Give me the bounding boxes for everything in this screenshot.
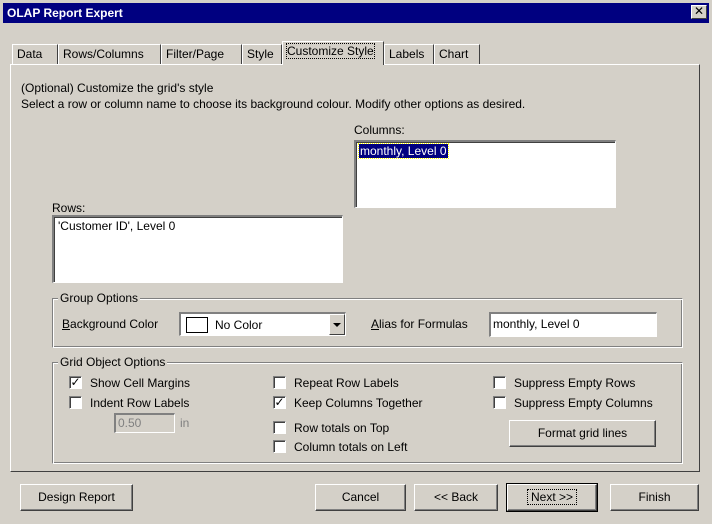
indent-unit-label: in xyxy=(180,416,190,430)
column-totals-on-left-checkbox[interactable] xyxy=(273,440,286,453)
tab-label: Data xyxy=(17,47,43,61)
repeat-row-labels-checkbox[interactable] xyxy=(273,376,286,389)
intro-line-1: (Optional) Customize the grid's style xyxy=(21,81,214,95)
keep-columns-together-label: Keep Columns Together xyxy=(294,396,423,410)
tab-filter-page[interactable]: Filter/Page xyxy=(161,44,242,64)
alias-for-formulas-label: Alias for Formulas xyxy=(371,317,468,331)
indent-row-labels-checkbox[interactable] xyxy=(69,396,82,409)
back-button[interactable]: << Back xyxy=(414,484,498,511)
intro-line-2: Select a row or column name to choose it… xyxy=(21,97,526,111)
format-grid-lines-button[interactable]: Format grid lines xyxy=(509,420,656,447)
row-totals-on-top-label: Row totals on Top xyxy=(294,421,390,435)
suppress-empty-columns-checkbox[interactable] xyxy=(493,396,506,409)
suppress-empty-rows-label: Suppress Empty Rows xyxy=(514,376,636,390)
chevron-down-icon[interactable] xyxy=(329,314,345,335)
tab-style[interactable]: Style xyxy=(242,44,282,64)
tab-label: Rows/Columns xyxy=(63,47,144,61)
window-title: OLAP Report Expert xyxy=(7,6,123,20)
rows-listbox[interactable]: 'Customer ID', Level 0 xyxy=(52,215,343,283)
tab-label: Customize Style xyxy=(286,43,375,59)
show-cell-margins-label: Show Cell Margins xyxy=(90,376,191,390)
finish-button[interactable]: Finish xyxy=(610,484,699,511)
indent-value-input[interactable]: 0.50 xyxy=(114,413,175,433)
tab-data[interactable]: Data xyxy=(12,44,58,64)
grid-object-options-legend: Grid Object Options xyxy=(58,355,168,369)
suppress-empty-columns-label: Suppress Empty Columns xyxy=(514,396,653,410)
background-color-value: No Color xyxy=(215,318,263,332)
next-button[interactable]: Next >> xyxy=(506,483,598,512)
tab-customize-style[interactable]: Customize Style xyxy=(282,41,384,65)
tab-rows-columns[interactable]: Rows/Columns xyxy=(58,44,161,64)
tab-label: Chart xyxy=(439,47,469,61)
columns-list-item[interactable]: monthly, Level 0 xyxy=(358,143,449,159)
columns-label: Columns: xyxy=(354,123,405,137)
columns-listbox[interactable]: monthly, Level 0 xyxy=(354,140,616,208)
indent-row-labels-label: Indent Row Labels xyxy=(90,396,190,410)
cancel-button[interactable]: Cancel xyxy=(315,484,406,511)
tab-label: Labels xyxy=(389,47,425,61)
tab-chart[interactable]: Chart xyxy=(434,44,480,64)
keep-columns-together-checkbox[interactable]: ✓ xyxy=(273,396,286,409)
row-totals-on-top-checkbox[interactable] xyxy=(273,421,286,434)
color-swatch xyxy=(186,317,208,333)
background-color-label-text: ackground Color xyxy=(70,317,159,331)
rows-label: Rows: xyxy=(52,201,86,215)
tab-label: Style xyxy=(247,47,274,61)
tab-label: Filter/Page xyxy=(166,47,225,61)
background-color-select[interactable]: No Color xyxy=(179,312,346,336)
alias-label-text: lias for Formulas xyxy=(379,317,468,331)
group-options-legend: Group Options xyxy=(58,291,141,305)
next-button-label: Next >> xyxy=(526,489,578,505)
suppress-empty-rows-checkbox[interactable] xyxy=(493,376,506,389)
show-cell-margins-checkbox[interactable]: ✓ xyxy=(69,376,82,389)
column-totals-on-left-label: Column totals on Left xyxy=(294,440,408,454)
rows-list-item[interactable]: 'Customer ID', Level 0 xyxy=(57,219,176,233)
design-report-button[interactable]: Design Report xyxy=(20,484,133,511)
tab-labels[interactable]: Labels xyxy=(384,44,434,64)
alias-for-formulas-input[interactable]: monthly, Level 0 xyxy=(489,312,657,337)
repeat-row-labels-label: Repeat Row Labels xyxy=(294,376,399,390)
close-icon[interactable]: ✕ xyxy=(691,5,707,19)
background-color-label: Background Color xyxy=(62,317,159,331)
window-titlebar: OLAP Report Expert ✕ xyxy=(3,3,709,23)
